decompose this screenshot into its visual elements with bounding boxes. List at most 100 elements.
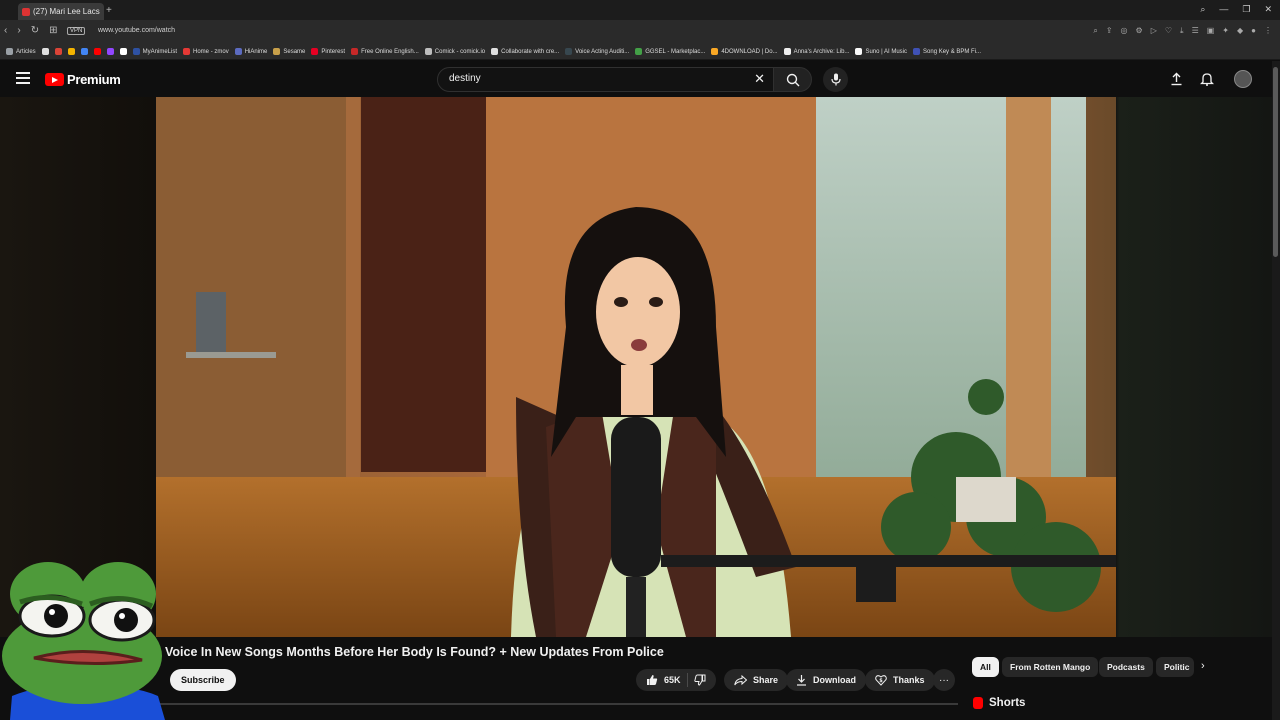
bookmark-label: Song Key & BPM Fi... (923, 48, 982, 55)
page-scrollbar[interactable] (1272, 61, 1280, 720)
browser-tab[interactable]: (27) Mari Lee Lacsen i... (18, 3, 104, 20)
bookmark-item[interactable]: Pinterest (311, 48, 345, 55)
zoom-icon[interactable]: ⌕ (1093, 26, 1097, 36)
download-icon[interactable]: ⤓ (1180, 26, 1184, 36)
bookmark-item[interactable] (80, 48, 88, 55)
bookmark-favicon-icon (565, 48, 573, 55)
bookmark-label: Voice Acting Auditi... (575, 48, 630, 55)
bookmark-item[interactable] (93, 48, 101, 55)
bookmark-item[interactable]: Collaborate with cre... (491, 48, 559, 55)
bookmark-item[interactable]: 4DOWNLOAD | Do... (711, 48, 778, 55)
share-page-icon[interactable]: ⇪ (1106, 26, 1113, 36)
forward-icon[interactable]: › (17, 25, 20, 36)
bookmark-label: Collaborate with cre... (501, 48, 560, 55)
download-button[interactable]: Download (786, 669, 866, 691)
bookmark-favicon-icon (54, 48, 62, 55)
more-actions-button[interactable]: ··· (933, 669, 955, 691)
shorts-icon (973, 697, 983, 709)
subscribe-button[interactable]: Subscribe (170, 669, 236, 691)
extensions-icon[interactable]: ✦ (1222, 26, 1229, 36)
bookmark-item[interactable]: Voice Acting Auditi... (565, 48, 629, 55)
close-window-icon[interactable]: ✕ (1264, 4, 1272, 15)
menu-icon[interactable]: ☰ (1192, 26, 1199, 36)
browser-menu-icon[interactable]: ⋮ (1264, 26, 1272, 36)
like-icon[interactable] (646, 674, 658, 686)
bookmark-item[interactable] (54, 48, 62, 55)
bookmark-favicon-icon (783, 48, 791, 55)
chevron-right-icon[interactable]: › (1201, 660, 1205, 672)
bookmark-favicon-icon (132, 48, 140, 55)
youtube-logo[interactable]: Premium (45, 72, 121, 87)
url-field[interactable]: www.youtube.com/watch (98, 27, 175, 34)
vpn-badge[interactable]: VPN (67, 27, 86, 35)
search-query[interactable]: destiny (449, 73, 481, 84)
bookmark-favicon-icon (635, 48, 643, 55)
bookmark-favicon-icon (183, 48, 191, 55)
reload-icon[interactable]: ↻ (31, 25, 39, 36)
bookmark-item[interactable]: MyAnimeList (132, 48, 178, 55)
bookmark-item[interactable]: GGSEL - Marketplac... (635, 48, 705, 55)
bookmark-favicon-icon (67, 48, 75, 55)
bookmark-item[interactable]: Sesame (273, 48, 305, 55)
share-button[interactable]: Share (724, 669, 789, 691)
tabs-grid-icon[interactable]: ⊞ (49, 25, 57, 36)
bookmark-item[interactable]: Comick - comick.io (424, 48, 486, 55)
notifications-bell-icon[interactable] (1200, 72, 1214, 86)
scrollbar-thumb[interactable] (1273, 67, 1278, 257)
thanks-label: Thanks (893, 675, 925, 685)
bookmark-item[interactable]: Home - zmov (183, 48, 229, 55)
bookmark-item[interactable]: Song Key & BPM Fi... (913, 48, 981, 55)
bookmark-favicon-icon (855, 48, 863, 55)
bookmark-favicon-icon (119, 48, 127, 55)
chip-podcasts[interactable]: Podcasts (1099, 657, 1153, 677)
minimize-icon[interactable]: — (1219, 4, 1228, 15)
clear-search-icon[interactable]: ✕ (754, 72, 765, 86)
profile-icon[interactable]: ● (1251, 26, 1256, 36)
bookmark-label: MyAnimeList (142, 48, 178, 55)
address-bar: ‹ › ↻ ⊞ VPN www.youtube.com/watch ⌕ ⇪ ◎ … (0, 20, 1280, 44)
vpn-icon[interactable]: ◆ (1237, 26, 1243, 36)
search-button[interactable] (773, 67, 812, 92)
search-tabs-icon[interactable]: ⌕ (1200, 4, 1205, 15)
bookmark-favicon-icon (6, 48, 13, 55)
search-input[interactable]: destiny ✕ (437, 67, 774, 92)
thanks-button[interactable]: $ Thanks (865, 669, 935, 691)
guide-menu-icon[interactable] (16, 72, 30, 84)
bookmark-item[interactable]: Suno | AI Music (855, 48, 907, 55)
bookmark-item[interactable]: Articles (6, 48, 36, 55)
chip-all[interactable]: All (972, 657, 999, 677)
bookmark-label: GGSEL - Marketplac... (645, 48, 706, 55)
bookmark-item[interactable]: Free Online English... (351, 48, 419, 55)
camera-icon[interactable]: ◎ (1121, 26, 1128, 36)
chip-from-rotten-mango[interactable]: From Rotten Mango (1002, 657, 1099, 677)
voice-search-button[interactable] (823, 67, 848, 92)
chip-politics[interactable]: Politic (1156, 657, 1194, 677)
wallet-icon[interactable]: ▣ (1207, 26, 1215, 36)
account-avatar[interactable] (1234, 70, 1252, 88)
bookmark-item[interactable]: Anna's Archive: Lib... (783, 48, 849, 55)
svg-text:$: $ (879, 678, 883, 684)
settings-icon[interactable]: ⚙ (1136, 26, 1143, 36)
back-icon[interactable]: ‹ (4, 25, 7, 36)
bookmark-item[interactable]: HiAnime (234, 48, 267, 55)
heart-icon[interactable]: ♡ (1165, 26, 1172, 36)
like-count[interactable]: 65K (664, 675, 681, 685)
bookmark-label: 4DOWNLOAD | Do... (721, 48, 778, 55)
video-frame (156, 97, 1116, 637)
bookmark-item[interactable] (41, 48, 49, 55)
shorts-label: Shorts (989, 697, 1026, 709)
bookmark-label: Articles (16, 48, 36, 55)
dislike-icon[interactable] (693, 674, 706, 686)
bookmark-item[interactable] (106, 48, 114, 55)
play-icon[interactable]: ▷ (1151, 26, 1157, 36)
bookmark-label: Comick - comick.io (434, 48, 486, 55)
bookmark-item[interactable] (119, 48, 127, 55)
super-thanks-icon: $ (875, 675, 887, 686)
upload-icon[interactable] (1170, 72, 1183, 86)
video-player[interactable] (156, 97, 1116, 637)
new-tab-button[interactable]: + (106, 5, 112, 16)
bookmark-item[interactable] (67, 48, 75, 55)
share-icon (734, 674, 747, 685)
bookmark-favicon-icon (234, 48, 242, 55)
maximize-icon[interactable]: ❐ (1242, 4, 1250, 15)
